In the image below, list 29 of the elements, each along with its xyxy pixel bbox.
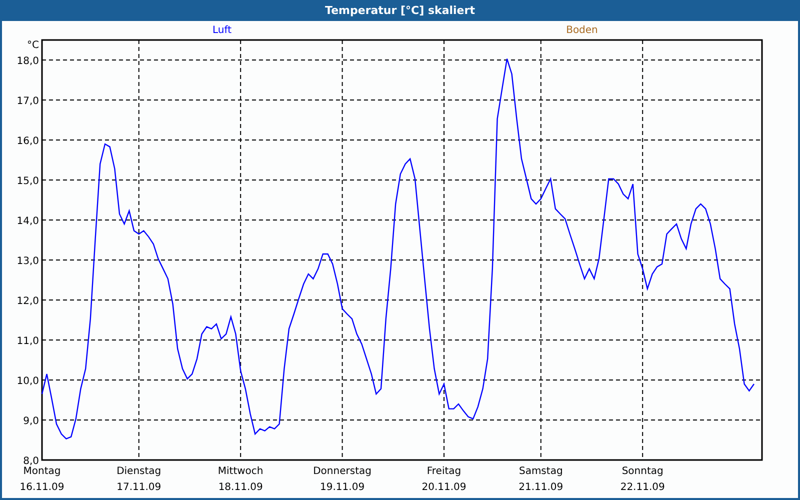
date-label: 21.11.09: [518, 482, 564, 493]
y-tick-label: 11,0: [16, 336, 39, 347]
date-label: 18.11.09: [218, 482, 263, 493]
day-label: Dienstag: [116, 466, 162, 477]
y-tick-label: 16,0: [16, 136, 39, 147]
y-tick-label: 13,0: [16, 256, 39, 267]
date-label: 22.11.09: [620, 482, 665, 493]
window-title: Temperatur [°C] skaliert: [2, 0, 798, 21]
day-label: Donnerstag: [313, 466, 372, 477]
y-tick-label: 15,0: [16, 176, 39, 187]
y-tick-label: 10,0: [16, 376, 39, 387]
legend-label: Boden: [566, 25, 598, 36]
y-tick-label: 8,0: [23, 456, 39, 467]
date-label: 17.11.09: [116, 482, 162, 493]
y-tick-label: 14,0: [16, 216, 39, 227]
day-label: Montag: [23, 466, 61, 477]
date-label: 16.11.09: [20, 482, 64, 493]
day-label: Freitag: [426, 466, 462, 477]
y-tick-label: 18,0: [16, 56, 39, 67]
date-label: 20.11.09: [422, 482, 466, 493]
y-axis-unit: °C: [27, 40, 39, 51]
day-label: Samstag: [518, 466, 563, 477]
y-tick-label: 12,0: [16, 296, 39, 307]
y-tick-label: 17,0: [16, 96, 39, 107]
day-label: Mittwoch: [218, 466, 264, 477]
date-label: 19.11.09: [320, 482, 365, 493]
y-tick-label: 9,0: [23, 416, 39, 427]
legend-label: Luft: [212, 25, 232, 36]
day-label: Sonntag: [622, 466, 664, 477]
